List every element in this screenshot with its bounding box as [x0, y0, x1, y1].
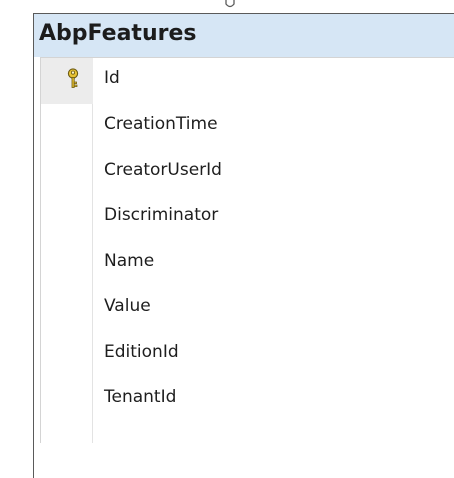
- key-icon: [67, 68, 79, 88]
- column-row-id[interactable]: Id: [41, 58, 454, 104]
- row-selector[interactable]: [41, 58, 93, 104]
- row-selector[interactable]: [41, 286, 93, 332]
- row-selector[interactable]: [41, 195, 93, 241]
- row-selector[interactable]: [41, 104, 93, 150]
- row-selector[interactable]: [41, 241, 93, 287]
- column-name: EditionId: [104, 342, 179, 362]
- column-name: CreatorUserId: [104, 160, 222, 180]
- row-selector[interactable]: [41, 377, 93, 423]
- column-row-discriminator[interactable]: Discriminator: [41, 195, 454, 241]
- column-name: Id: [104, 68, 120, 88]
- column-row-name[interactable]: Name: [41, 241, 454, 287]
- table-title-bar[interactable]: AbpFeatures: [34, 14, 454, 57]
- row-selector[interactable]: [41, 332, 93, 378]
- table-title: AbpFeatures: [39, 21, 197, 46]
- column-name: TenantId: [104, 387, 177, 407]
- column-row-creatoruserid[interactable]: CreatorUserId: [41, 150, 454, 196]
- column-grid: Id CreationTime CreatorUserId Discrimina…: [40, 57, 454, 443]
- column-name: Value: [104, 296, 151, 316]
- column-row-tenantid[interactable]: TenantId: [41, 377, 454, 423]
- column-name: Name: [104, 251, 155, 271]
- column-row-creationtime[interactable]: CreationTime: [41, 104, 454, 150]
- relationship-connector-icon[interactable]: [224, 0, 236, 9]
- column-row-value[interactable]: Value: [41, 286, 454, 332]
- column-name: Discriminator: [104, 205, 219, 225]
- table-abpfeatures[interactable]: AbpFeatures Id CreationTime CreatorUserI…: [33, 13, 454, 478]
- row-selector[interactable]: [41, 150, 93, 196]
- column-name: CreationTime: [104, 114, 218, 134]
- diagram-canvas: AbpFeatures Id CreationTime CreatorUserI…: [0, 0, 454, 478]
- column-row-editionid[interactable]: EditionId: [41, 332, 454, 378]
